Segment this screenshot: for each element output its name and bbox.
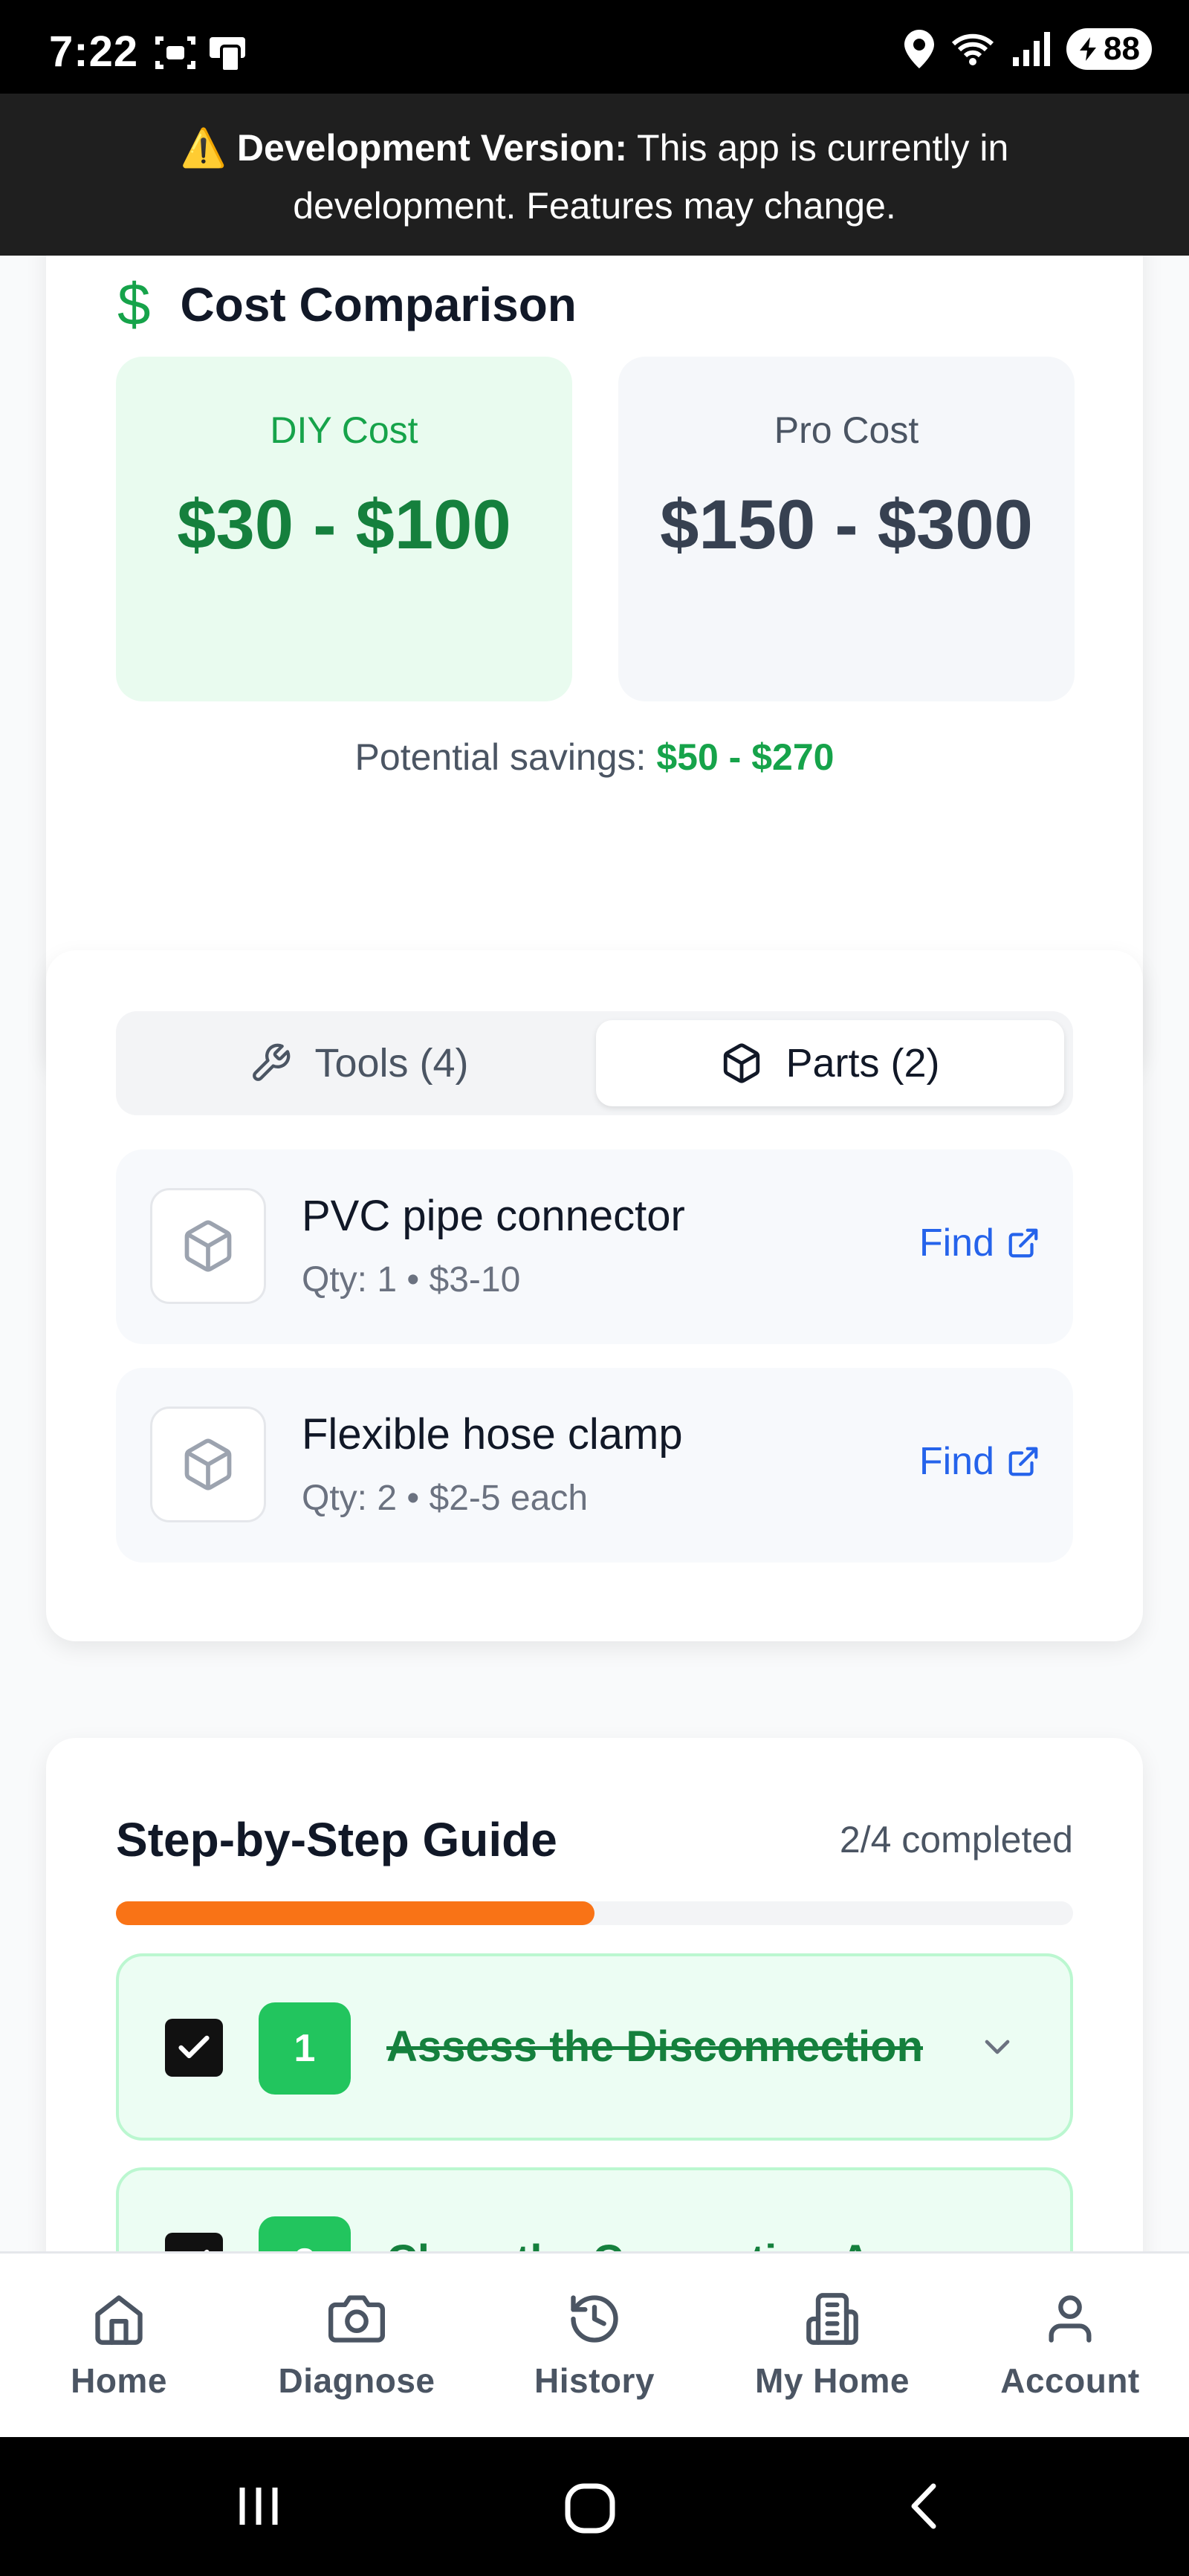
camera-icon bbox=[328, 2294, 385, 2343]
back-icon[interactable] bbox=[901, 2482, 950, 2531]
find-link[interactable]: Find bbox=[919, 1439, 1040, 1484]
user-icon bbox=[1049, 2294, 1092, 2343]
check-icon bbox=[204, 2249, 210, 2251]
package-icon bbox=[724, 1043, 760, 1083]
tools-parts-tabs: Tools (4) Parts (2) bbox=[116, 1011, 1073, 1115]
external-link-icon bbox=[1008, 1228, 1038, 1258]
part-meta: Qty: 1 • $3-10 bbox=[302, 1260, 521, 1300]
guide-title: Step-by-Step Guide bbox=[116, 1813, 557, 1866]
cost-title: Cost Comparison bbox=[180, 278, 577, 331]
diy-cost-box: DIY Cost $30 - $100 bbox=[116, 357, 572, 701]
savings-amount: $50 - $270 bbox=[656, 736, 835, 778]
bottom-nav: Home Diagnose History My Home Account bbox=[0, 2251, 1189, 2437]
tools-parts-card: Tools (4) Parts (2) PVC pipe connector Q… bbox=[46, 950, 1143, 1641]
sim-icon bbox=[210, 37, 245, 71]
pro-cost-box: Pro Cost $150 - $300 bbox=[618, 357, 1075, 701]
location-icon bbox=[904, 30, 935, 68]
battery-icon: 88 bbox=[1066, 28, 1152, 70]
nav-home-label: Home bbox=[71, 2361, 167, 2400]
tab-parts-label: Parts (2) bbox=[785, 1041, 940, 1086]
wifi-icon bbox=[951, 33, 994, 65]
dev-banner: ⚠️ Development Version: This app is curr… bbox=[0, 94, 1189, 256]
step-number: 2 bbox=[259, 2216, 351, 2251]
chevron-down-icon[interactable] bbox=[976, 2240, 1018, 2251]
battery-level: 88 bbox=[1104, 30, 1140, 67]
home-button-icon[interactable] bbox=[563, 2482, 617, 2535]
signal-icon bbox=[1013, 32, 1051, 66]
package-icon bbox=[184, 1220, 232, 1272]
tab-tools[interactable]: Tools (4) bbox=[125, 1020, 593, 1106]
find-label: Find bbox=[919, 1222, 994, 1265]
nav-home[interactable]: Home bbox=[0, 2254, 238, 2437]
scroll-content[interactable]: $ Cost Comparison DIY Cost $30 - $100 Pr… bbox=[0, 256, 1189, 2251]
step-item[interactable]: 2 Clean the Connection Ar... bbox=[116, 2167, 1073, 2251]
system-nav-bar bbox=[0, 2437, 1189, 2576]
part-name: Flexible hose clamp bbox=[302, 1410, 683, 1459]
diy-cost-label: DIY Cost bbox=[270, 409, 418, 451]
step-checkbox[interactable] bbox=[165, 2233, 223, 2251]
wrench-icon bbox=[253, 1043, 291, 1081]
list-item: PVC pipe connector Qty: 1 • $3-10 Find bbox=[116, 1149, 1073, 1344]
step-title: Clean the Connection Ar... bbox=[386, 2236, 973, 2251]
nav-history[interactable]: History bbox=[476, 2254, 713, 2437]
list-item: Flexible hose clamp Qty: 2 • $2-5 each F… bbox=[116, 1368, 1073, 1563]
nav-account[interactable]: Account bbox=[951, 2254, 1189, 2437]
step-item[interactable]: 1 Assess the Disconnection bbox=[116, 1953, 1073, 2141]
potential-savings: Potential savings: $50 - $270 bbox=[46, 736, 1143, 779]
progress-fill bbox=[116, 1901, 594, 1925]
guide-progress-text: 2/4 completed bbox=[839, 1819, 1073, 1860]
progress-bar bbox=[116, 1901, 1073, 1925]
dev-banner-label: Development Version: bbox=[236, 127, 628, 169]
recent-apps-icon[interactable] bbox=[235, 2482, 284, 2531]
nav-my-home-label: My Home bbox=[755, 2361, 910, 2400]
nav-account-label: Account bbox=[1000, 2361, 1140, 2400]
status-bar: 7:22 88 bbox=[0, 0, 1189, 94]
chevron-down-icon[interactable] bbox=[976, 2026, 1018, 2068]
diy-cost-value: $30 - $100 bbox=[177, 485, 511, 563]
find-label: Find bbox=[919, 1440, 994, 1483]
pro-cost-label: Pro Cost bbox=[774, 409, 919, 451]
find-link[interactable]: Find bbox=[919, 1221, 1040, 1265]
nav-history-label: History bbox=[534, 2361, 655, 2400]
package-icon bbox=[184, 1438, 232, 1490]
external-link-icon bbox=[1008, 1447, 1038, 1476]
screenshot-icon bbox=[155, 36, 195, 69]
step-checkbox[interactable] bbox=[165, 2019, 223, 2077]
check-icon bbox=[178, 2035, 210, 2059]
status-time: 7:22 bbox=[49, 27, 139, 76]
tab-parts[interactable]: Parts (2) bbox=[596, 1020, 1064, 1106]
tab-tools-label: Tools (4) bbox=[314, 1041, 469, 1086]
dollar-icon: $ bbox=[117, 271, 151, 337]
building-icon bbox=[806, 2292, 858, 2345]
part-name: PVC pipe connector bbox=[302, 1192, 685, 1240]
home-icon bbox=[95, 2294, 143, 2345]
step-title: Assess the Disconnection bbox=[386, 2022, 923, 2071]
step-guide-card: Step-by-Step Guide 2/4 completed 1 Asses… bbox=[46, 1738, 1143, 2251]
nav-diagnose[interactable]: Diagnose bbox=[238, 2254, 476, 2437]
savings-label: Potential savings: bbox=[354, 736, 657, 778]
history-icon bbox=[571, 2294, 618, 2343]
part-meta: Qty: 2 • $2-5 each bbox=[302, 1479, 589, 1518]
nav-diagnose-label: Diagnose bbox=[278, 2361, 435, 2400]
warning-icon: ⚠️ bbox=[180, 127, 227, 169]
step-number: 1 bbox=[259, 2002, 351, 2095]
nav-my-home[interactable]: My Home bbox=[713, 2254, 951, 2437]
pro-cost-value: $150 - $300 bbox=[660, 485, 1033, 563]
